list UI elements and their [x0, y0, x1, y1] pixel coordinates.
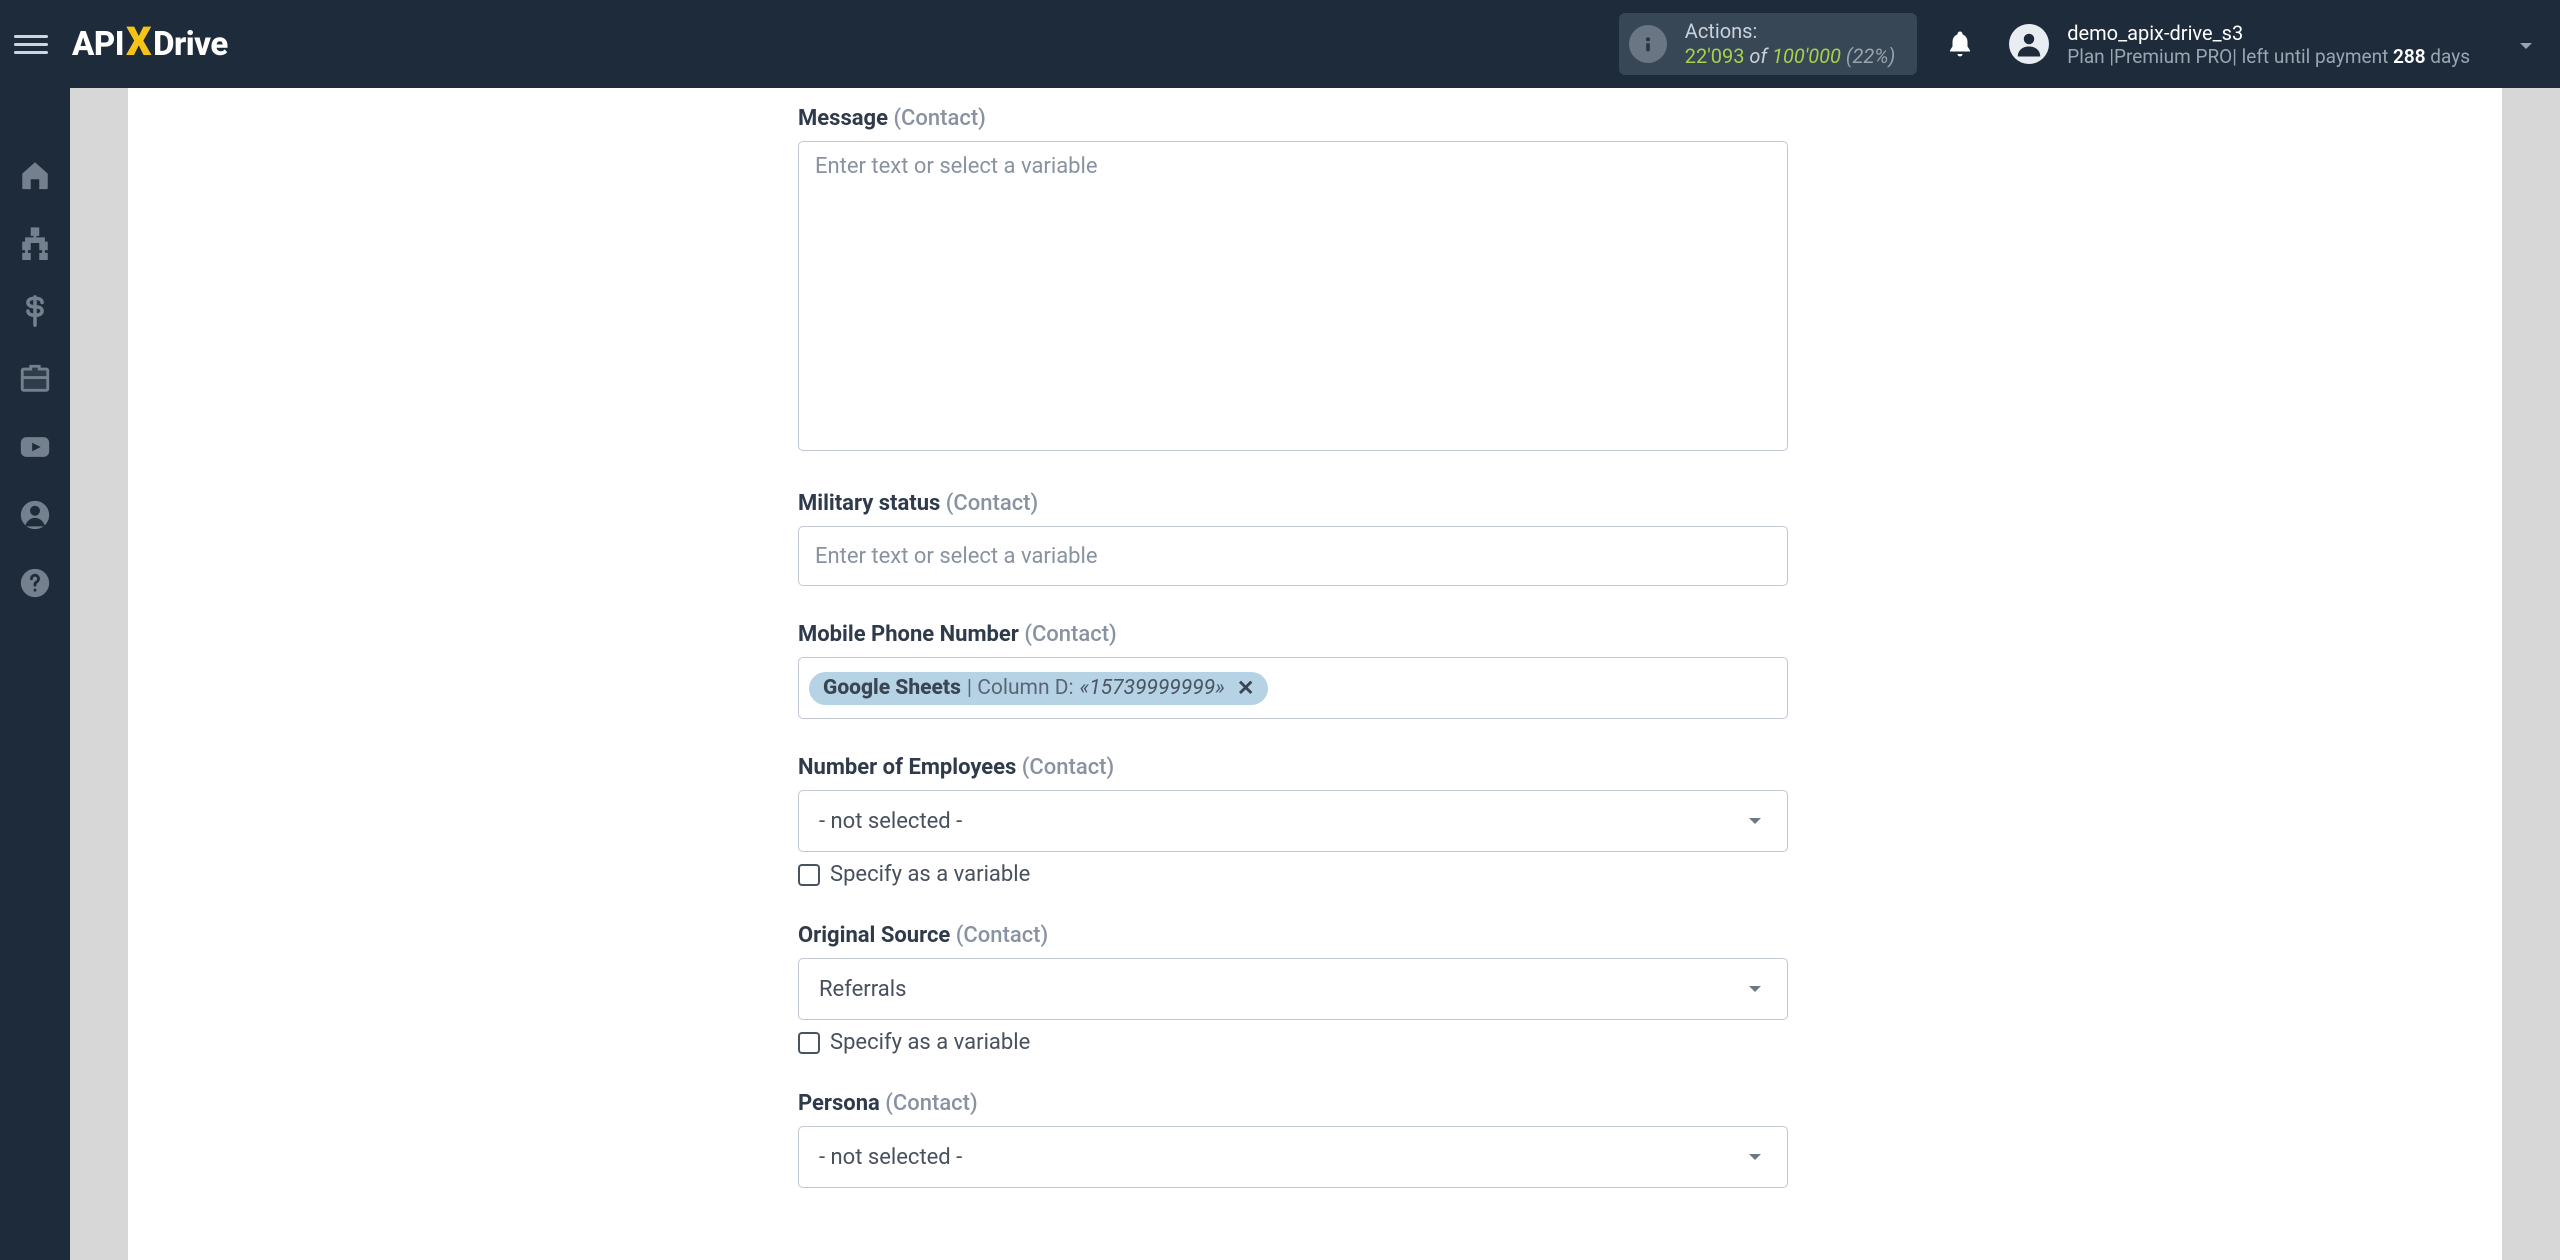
top-header: API X Drive Actions: 22'093 of 100'000 (… — [0, 0, 2560, 88]
info-icon — [1629, 25, 1667, 63]
user-icon[interactable] — [18, 498, 52, 532]
plan-days: 288 — [2393, 45, 2426, 68]
plan-mid: | left until payment — [2232, 45, 2393, 68]
dollar-icon[interactable] — [18, 294, 52, 328]
chevron-down-icon[interactable] — [2514, 34, 2538, 58]
employees-value: - not selected - — [819, 809, 962, 834]
employees-label: Number of Employees — [798, 755, 1016, 780]
military-context: (Contact) — [946, 491, 1038, 516]
actions-counter[interactable]: Actions: 22'093 of 100'000 (22%) — [1619, 13, 1917, 75]
employees-specify-label: Specify as a variable — [830, 862, 1030, 887]
persona-value: - not selected - — [819, 1145, 962, 1170]
token-source: Google Sheets — [823, 676, 961, 700]
plan-line: Plan |Premium PRO| left until payment 28… — [2067, 45, 2470, 68]
employees-specify-checkbox[interactable] — [798, 864, 820, 886]
plan-suffix: days — [2426, 45, 2470, 68]
field-original-source: Original Source (Contact) Referrals Spec… — [798, 923, 1788, 1055]
logo[interactable]: API X Drive — [72, 21, 228, 68]
token-value: «15739999999» — [1080, 676, 1225, 700]
actions-label: Actions: — [1685, 19, 1895, 44]
persona-select[interactable]: - not selected - — [798, 1126, 1788, 1188]
field-message: Message (Contact) — [798, 106, 1788, 455]
chevron-down-icon — [1743, 809, 1767, 833]
military-input[interactable] — [798, 526, 1788, 586]
field-military-status: Military status (Contact) — [798, 491, 1788, 586]
variable-token[interactable]: Google Sheets | Column D: «15739999999» … — [809, 672, 1268, 705]
logo-text-left: API — [72, 25, 124, 64]
logo-x-icon: X — [124, 18, 153, 65]
origsource-specify-checkbox[interactable] — [798, 1032, 820, 1054]
origsource-label: Original Source — [798, 923, 950, 948]
form-panel: Message (Contact) Military status (Conta… — [128, 88, 2502, 1260]
actions-total: 100'000 — [1772, 44, 1841, 68]
token-remove-icon[interactable]: ✕ — [1237, 676, 1255, 701]
message-input[interactable] — [798, 141, 1788, 451]
menu-toggle-icon[interactable] — [14, 27, 48, 61]
user-name: demo_apix-drive_s3 — [2067, 21, 2470, 45]
help-icon[interactable] — [18, 566, 52, 600]
field-mobile-phone: Mobile Phone Number (Contact) Google She… — [798, 622, 1788, 719]
employees-select[interactable]: - not selected - — [798, 790, 1788, 852]
field-number-of-employees: Number of Employees (Contact) - not sele… — [798, 755, 1788, 887]
logo-text-right: Drive — [153, 25, 228, 64]
main-area: Message (Contact) Military status (Conta… — [70, 88, 2560, 1260]
user-block[interactable]: demo_apix-drive_s3 Plan |Premium PRO| le… — [2009, 21, 2560, 68]
persona-context: (Contact) — [885, 1091, 977, 1116]
field-persona: Persona (Contact) - not selected - — [798, 1091, 1788, 1188]
origsource-context: (Contact) — [956, 923, 1048, 948]
actions-of: of — [1744, 44, 1772, 68]
plan-name: Premium PRO — [2114, 45, 2232, 68]
persona-label: Persona — [798, 1091, 880, 1116]
mobile-input[interactable]: Google Sheets | Column D: «15739999999» … — [798, 657, 1788, 719]
actions-current: 22'093 — [1685, 44, 1745, 68]
sidebar — [0, 88, 70, 1260]
mobile-label: Mobile Phone Number — [798, 622, 1019, 647]
bell-icon[interactable] — [1945, 29, 1975, 59]
chevron-down-icon — [1743, 1145, 1767, 1169]
actions-pct: (22%) — [1841, 44, 1895, 68]
origsource-specify-label: Specify as a variable — [830, 1030, 1030, 1055]
home-icon[interactable] — [18, 158, 52, 192]
military-label: Military status — [798, 491, 940, 516]
message-context: (Contact) — [893, 106, 985, 131]
avatar-icon — [2009, 24, 2049, 64]
plan-prefix: Plan | — [2067, 45, 2114, 68]
youtube-icon[interactable] — [18, 430, 52, 464]
briefcase-icon[interactable] — [18, 362, 52, 396]
chevron-down-icon — [1743, 977, 1767, 1001]
employees-context: (Contact) — [1022, 755, 1114, 780]
origsource-value: Referrals — [819, 977, 906, 1002]
sitemap-icon[interactable] — [18, 226, 52, 260]
mobile-context: (Contact) — [1024, 622, 1116, 647]
origsource-select[interactable]: Referrals — [798, 958, 1788, 1020]
token-sep: | Column D: — [967, 676, 1074, 700]
message-label: Message — [798, 106, 888, 131]
